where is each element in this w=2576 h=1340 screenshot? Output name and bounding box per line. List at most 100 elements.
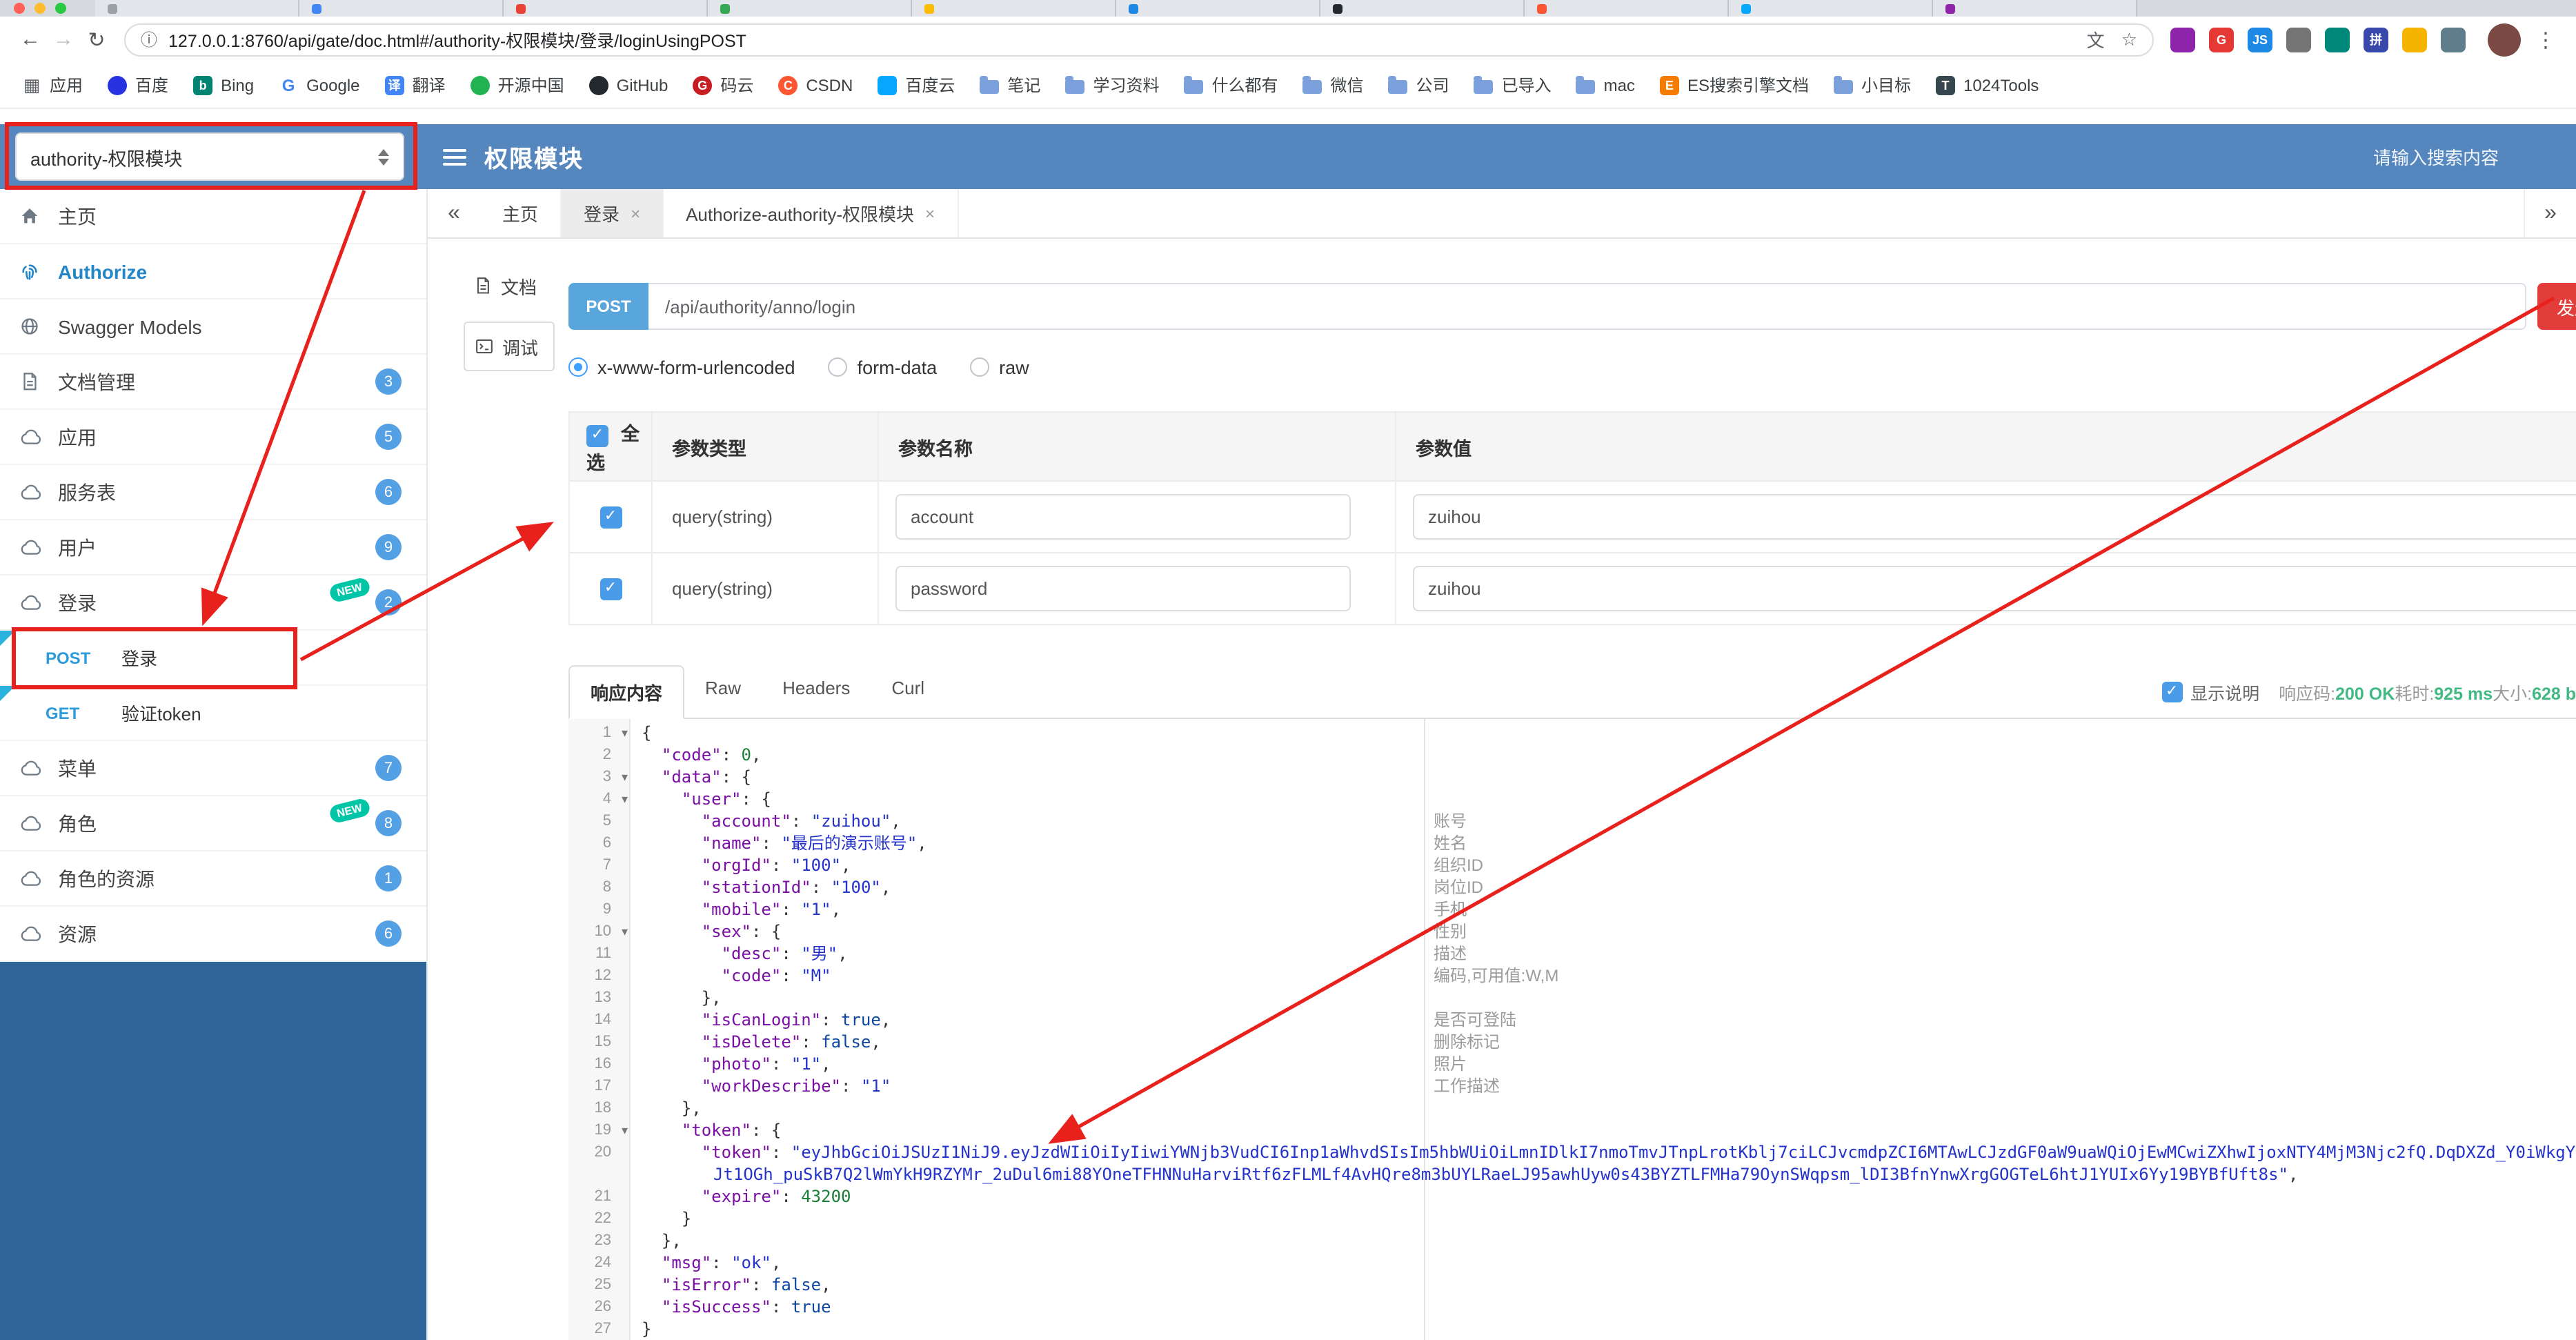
bookmark-item[interactable]: T 1024Tools xyxy=(1925,71,2050,99)
bookmark-item[interactable]: 百度云 xyxy=(866,69,966,101)
window-zoom-button[interactable] xyxy=(55,3,66,14)
fold-icon[interactable]: ▾ xyxy=(622,788,628,810)
sidebar-item[interactable]: 服务表 6 xyxy=(0,465,426,520)
bookmark-item[interactable]: ▦ 应用 xyxy=(11,69,94,101)
browser-tab[interactable] xyxy=(504,0,708,17)
bookmark-item[interactable]: 笔记 xyxy=(969,69,1051,101)
line-number-gutter[interactable]: 21▾ xyxy=(568,1185,631,1208)
line-number-gutter[interactable]: 6▾ xyxy=(568,832,631,854)
translate-icon[interactable]: 文 xyxy=(2087,26,2105,52)
browser-menu-icon[interactable]: ⋮ xyxy=(2529,27,2562,52)
window-minimize-button[interactable] xyxy=(34,3,46,14)
info-icon[interactable]: ⓘ xyxy=(141,28,157,51)
line-number-gutter[interactable]: 25▾ xyxy=(568,1274,631,1296)
browser-tab[interactable] xyxy=(1116,0,1320,17)
line-number-gutter[interactable]: 1 ▾ xyxy=(568,722,631,744)
row-checkbox[interactable] xyxy=(600,578,622,600)
address-bar[interactable]: ⓘ 127.0.0.1:8760/api/gate/doc.html#/auth… xyxy=(124,23,2154,56)
sidebar-item[interactable]: 资源 6 xyxy=(0,907,426,962)
bookmark-item[interactable]: 公司 xyxy=(1378,69,1460,101)
extension-icon[interactable] xyxy=(2441,27,2466,52)
content-type-radio[interactable]: raw xyxy=(970,357,1029,377)
line-number-gutter[interactable]: 23▾ xyxy=(568,1230,631,1252)
sidebar-api-item[interactable]: GET 验证token xyxy=(0,686,426,741)
extension-icon[interactable] xyxy=(2286,27,2311,52)
line-number-gutter[interactable]: 12▾ xyxy=(568,965,631,987)
profile-avatar[interactable] xyxy=(2488,23,2521,56)
browser-tab[interactable] xyxy=(1729,0,1933,17)
line-number-gutter[interactable]: 16▾ xyxy=(568,1053,631,1075)
param-name-input[interactable] xyxy=(895,566,1351,611)
sidebar-item[interactable]: 主页 xyxy=(0,189,426,244)
bookmark-item[interactable]: E ES搜索引擎文档 xyxy=(1649,69,1820,101)
close-tab-icon[interactable]: × xyxy=(631,204,640,223)
close-tab-icon[interactable]: × xyxy=(925,204,935,223)
bookmark-item[interactable]: G 码云 xyxy=(682,69,764,101)
extension-icon[interactable]: JS xyxy=(2248,27,2272,52)
bookmark-item[interactable]: 开源中国 xyxy=(459,69,575,101)
line-number-gutter[interactable]: 24▾ xyxy=(568,1252,631,1274)
module-select[interactable]: authority-权限模块 xyxy=(15,132,404,181)
bookmark-item[interactable]: b Bing xyxy=(182,71,265,99)
sidebar-item[interactable]: 登录 NEW 2 xyxy=(0,575,426,631)
content-type-radio[interactable]: x-www-form-urlencoded xyxy=(568,357,795,377)
line-number-gutter[interactable]: 13▾ xyxy=(568,987,631,1009)
line-number-gutter[interactable]: 17▾ xyxy=(568,1075,631,1097)
browser-tab[interactable] xyxy=(1525,0,1729,17)
expand-tabs-icon[interactable]: » xyxy=(2524,189,2576,237)
page-tab[interactable]: 主页× xyxy=(480,189,562,237)
sidebar-item[interactable]: 文档管理 3 xyxy=(0,355,426,410)
page-tab[interactable]: 登录 × xyxy=(562,189,664,237)
bookmark-item[interactable]: 译翻译 xyxy=(374,69,457,101)
browser-tab[interactable] xyxy=(912,0,1116,17)
bookmark-item[interactable]: C CSDN xyxy=(767,71,864,99)
line-number-gutter[interactable]: 22▾ xyxy=(568,1208,631,1230)
bookmark-item[interactable]: mac xyxy=(1565,71,1646,99)
back-button[interactable]: ← xyxy=(14,28,47,51)
line-number-gutter[interactable]: 9▾ xyxy=(568,898,631,920)
menu-toggle-icon[interactable] xyxy=(443,148,466,165)
line-number-gutter[interactable]: 27▾ xyxy=(568,1318,631,1340)
browser-tab[interactable] xyxy=(299,0,504,17)
send-button[interactable]: 发送 xyxy=(2537,283,2576,330)
forward-button[interactable]: → xyxy=(47,28,80,51)
sidebar-item[interactable]: Authorize xyxy=(0,244,426,299)
line-number-gutter[interactable]: 19 ▾ xyxy=(568,1119,631,1141)
select-all-checkbox[interactable] xyxy=(586,424,608,447)
bookmark-item[interactable]: 百度 xyxy=(97,69,179,101)
browser-tab[interactable] xyxy=(1320,0,1525,17)
bookmark-item[interactable]: 已导入 xyxy=(1463,69,1563,101)
line-number-gutter[interactable]: 11▾ xyxy=(568,943,631,965)
fold-icon[interactable]: ▾ xyxy=(622,766,628,788)
line-number-gutter[interactable]: 8▾ xyxy=(568,876,631,898)
collapse-tabs-icon[interactable]: « xyxy=(428,189,480,237)
line-number-gutter[interactable]: 2▾ xyxy=(568,744,631,766)
sidebar-item[interactable]: 应用 5 xyxy=(0,410,426,465)
window-close-button[interactable] xyxy=(14,3,25,14)
line-number-gutter[interactable]: 3 ▾ xyxy=(568,766,631,788)
rail-item[interactable]: 调试 xyxy=(464,322,555,371)
line-number-gutter[interactable]: 26▾ xyxy=(568,1296,631,1318)
fold-icon[interactable]: ▾ xyxy=(622,722,628,744)
param-name-input[interactable] xyxy=(895,494,1351,540)
extension-icon[interactable] xyxy=(2325,27,2350,52)
extension-icon[interactable] xyxy=(2402,27,2427,52)
content-type-radio[interactable]: form-data xyxy=(828,357,937,377)
param-value-input[interactable] xyxy=(1413,494,2576,540)
extension-icon[interactable] xyxy=(2170,27,2195,52)
response-editor[interactable]: 1▾{2▾ "code": 0,3▾ "data": {4▾ "user": {… xyxy=(568,719,2576,1340)
show-desc-checkbox[interactable] xyxy=(2161,682,2183,702)
request-url-input[interactable] xyxy=(648,283,2526,330)
search-input[interactable]: 请输入搜索内容 xyxy=(2373,144,2499,170)
extension-icon[interactable]: 拼 xyxy=(2364,27,2388,52)
sidebar-item[interactable]: 角色的资源 1 xyxy=(0,851,426,907)
bookmark-item[interactable]: 学习资料 xyxy=(1054,69,1170,101)
rail-item[interactable]: 文档 xyxy=(464,261,555,311)
line-number-gutter[interactable]: 4 ▾ xyxy=(568,788,631,810)
fold-icon[interactable]: ▾ xyxy=(622,1119,628,1141)
line-number-gutter[interactable]: 5▾ xyxy=(568,810,631,832)
bookmark-item[interactable]: 微信 xyxy=(1292,69,1375,101)
bookmark-star-icon[interactable]: ☆ xyxy=(2121,28,2137,50)
line-number-gutter[interactable]: 20▾ xyxy=(568,1141,631,1185)
reload-button[interactable]: ↻ xyxy=(80,27,113,52)
